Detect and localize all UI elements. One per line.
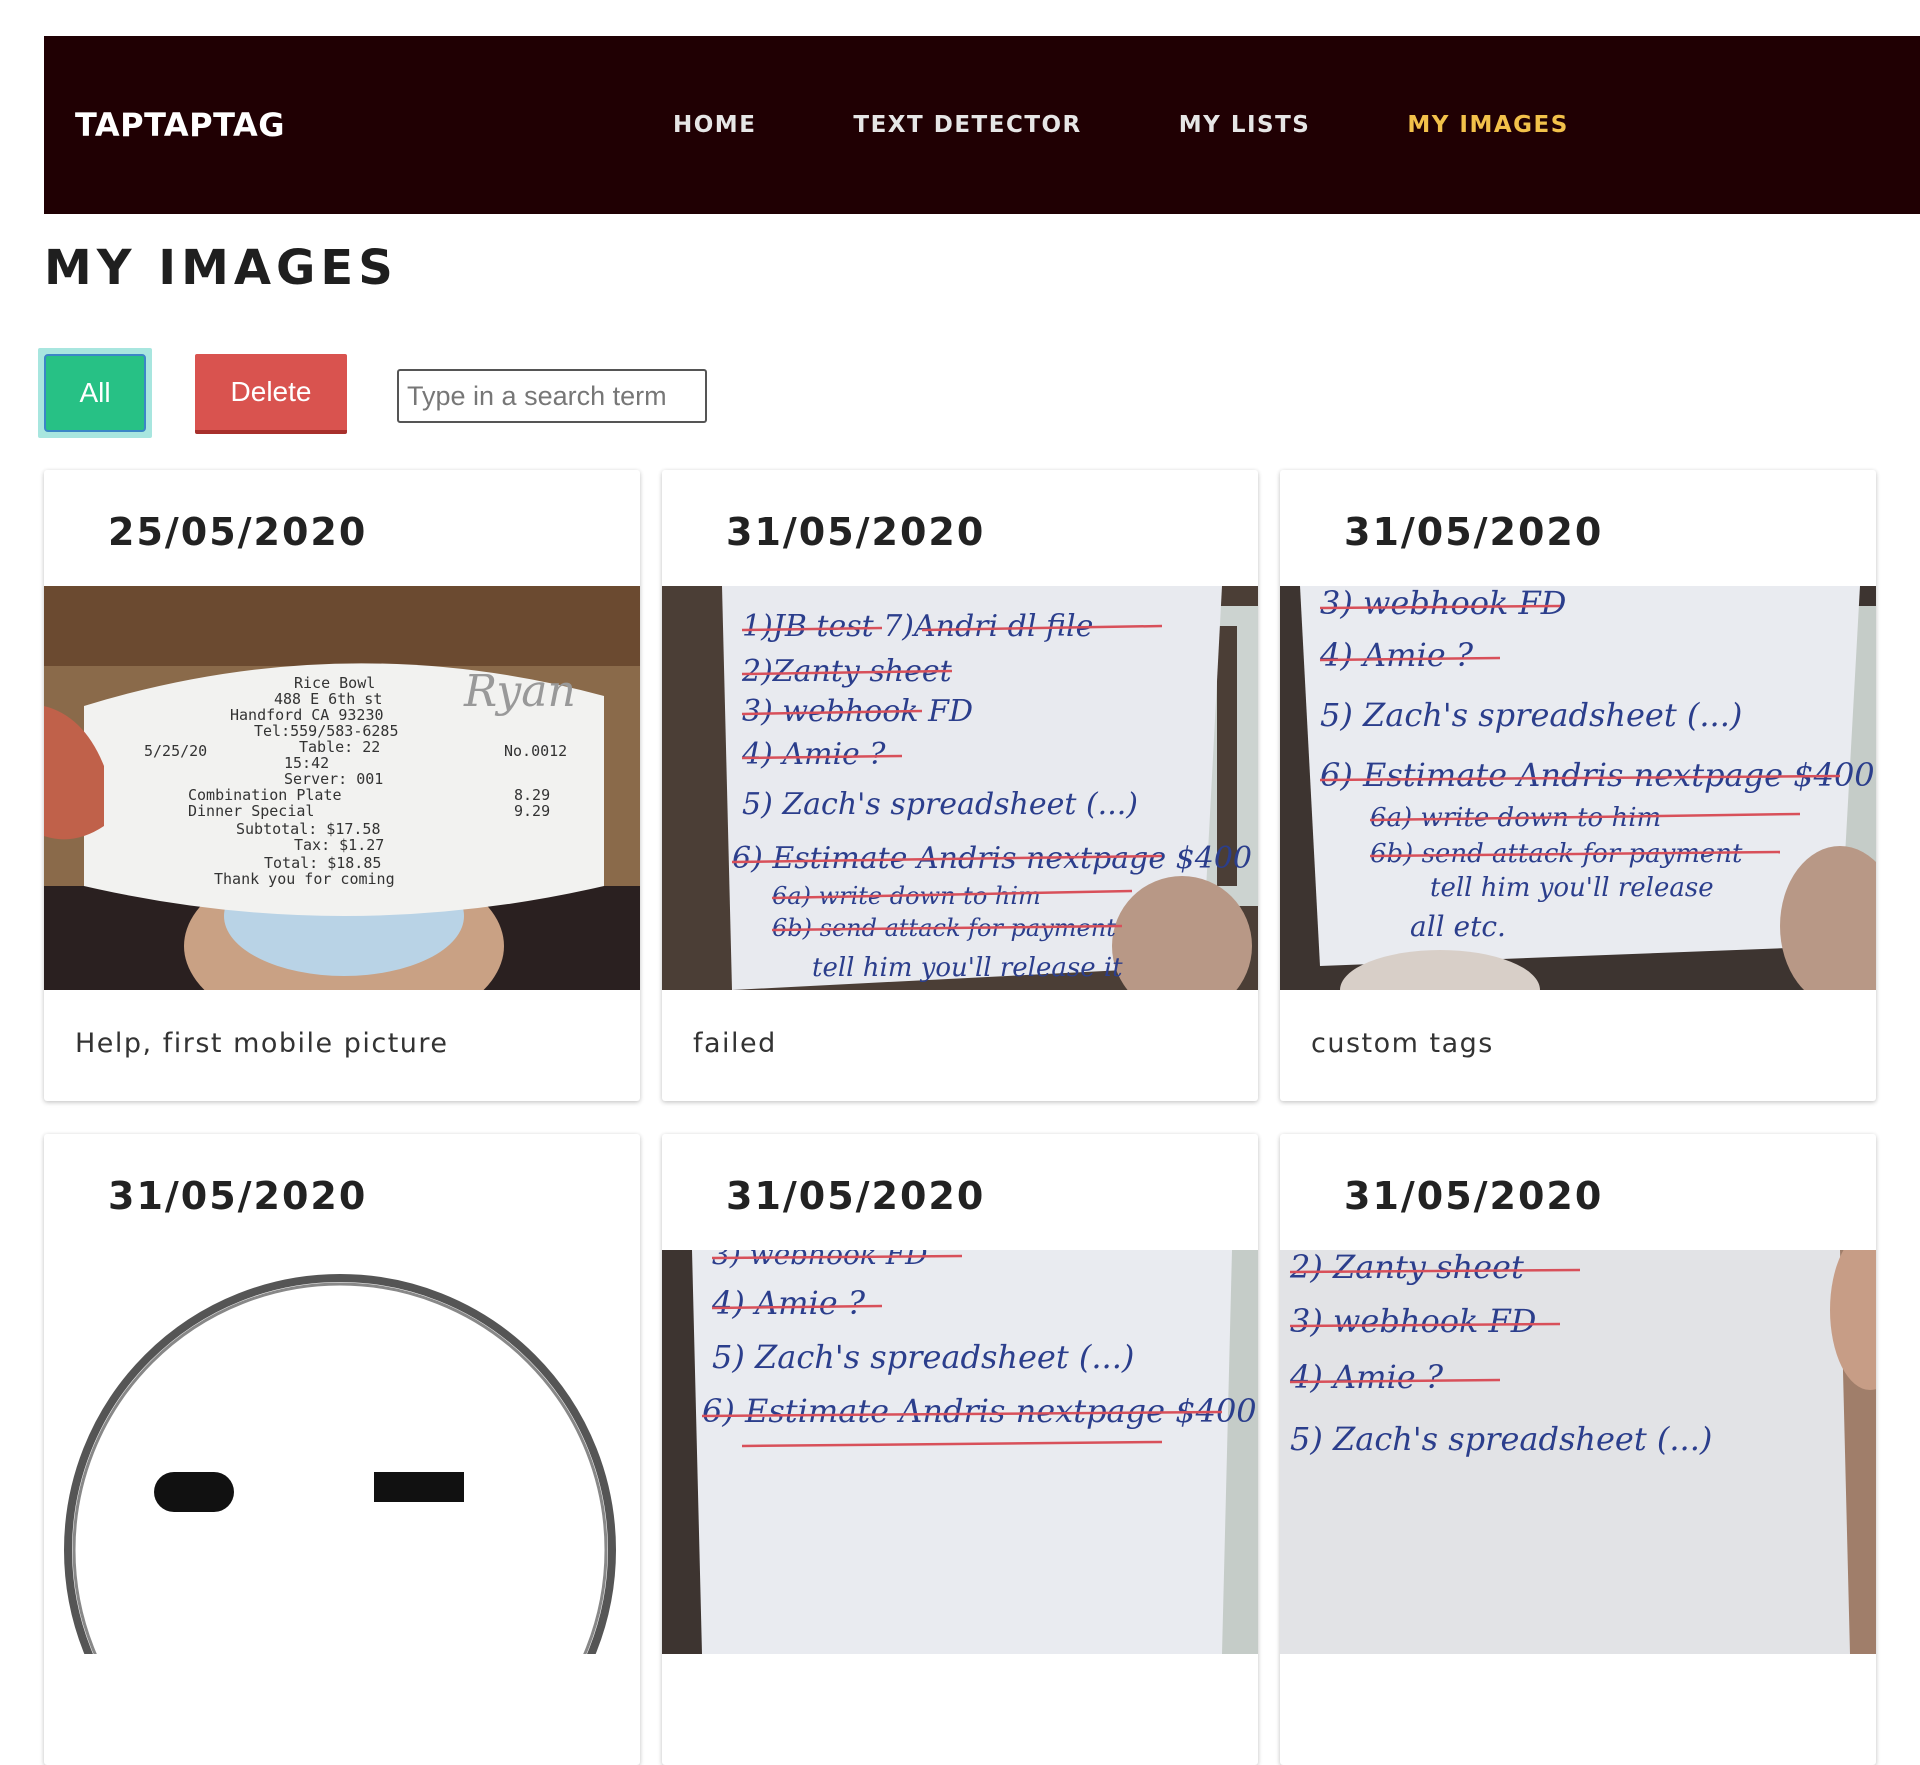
svg-text:3) webhook FD: 3) webhook FD [1290,1302,1536,1340]
card-caption: failed [693,1028,777,1059]
card-date: 25/05/2020 [108,510,368,554]
svg-text:3) webhook FD: 3) webhook FD [1320,586,1566,622]
card-date: 31/05/2020 [726,510,986,554]
svg-text:4) Amie ?: 4) Amie ? [1319,636,1474,674]
svg-text:9.29: 9.29 [514,802,550,820]
card-date: 31/05/2020 [726,1174,986,1218]
svg-text:Ryan: Ryan [463,666,576,717]
svg-text:tell him you'll release it: tell him you'll release it [812,953,1123,983]
image-card[interactable]: 31/05/2020 [44,1134,640,1765]
card-date: 31/05/2020 [1344,1174,1604,1218]
card-caption: custom tags [1311,1028,1494,1059]
svg-text:5) Zach's spreadsheet (...): 5) Zach's spreadsheet (...) [1290,1420,1712,1458]
svg-text:3) webhook FD: 3) webhook FD [712,1250,928,1271]
brand-logo[interactable]: TAPTAPTAG [75,36,285,214]
card-caption [1280,1654,1876,1765]
svg-text:4) Amie ?: 4) Amie ? [711,1284,866,1322]
svg-text:Dinner Special: Dinner Special [188,802,314,820]
nav-link-text-detector[interactable]: TEXT DETECTOR [853,112,1081,138]
all-button[interactable]: All [44,354,146,432]
svg-text:5) Zach's spreadsheet (...): 5) Zach's spreadsheet (...) [1320,696,1742,734]
card-caption [44,1654,640,1765]
all-button-focus-ring: All [38,348,152,438]
card-caption: Help, first mobile picture [75,1028,449,1059]
handwritten-list-photo[interactable]: 3) webhook FD 4) Amie ? 5) Zach's spread… [1280,586,1876,990]
nav-link-my-images[interactable]: MY IMAGES [1407,112,1568,138]
svg-text:Tax: $1.27: Tax: $1.27 [294,836,384,854]
svg-text:1)JB test 7)Andri dl file: 1)JB test 7)Andri dl file [742,609,1093,644]
svg-text:4) Amie ?: 4) Amie ? [1289,1358,1444,1396]
receipt-photo[interactable]: Rice Bowl 488 E 6th st Handford CA 93230… [44,586,640,990]
svg-text:all etc.: all etc. [1410,910,1506,943]
card-date: 31/05/2020 [1344,510,1604,554]
svg-text:6) Estimate Andris nextpage $4: 6) Estimate Andris nextpage $400 [1320,756,1875,794]
navbar: TAPTAPTAG HOME TEXT DETECTOR MY LISTS MY… [44,36,1920,214]
image-card[interactable]: 25/05/2020 Rice Bowl 488 E 6th st Handfo… [44,470,640,1101]
svg-text:Thank you for coming: Thank you for coming [214,870,395,888]
card-caption [662,1654,1258,1765]
delete-button[interactable]: Delete [195,354,347,434]
svg-text:5) Zach's spreadsheet (...): 5) Zach's spreadsheet (...) [742,787,1138,822]
image-card[interactable]: 31/05/2020 1)JB test 7)Andri dl file 2)Z… [662,470,1258,1101]
controls-bar: All Delete [38,348,798,438]
page-title: MY IMAGES [44,240,398,296]
svg-text:4) Amie ?: 4) Amie ? [741,737,886,772]
nav-link-home[interactable]: HOME [673,112,756,138]
svg-text:tell him you'll release: tell him you'll release [1430,873,1714,903]
circle-logo-image[interactable] [44,1250,640,1654]
image-card[interactable]: 31/05/2020 3) webhook FD 4) Amie ? 5) Za… [662,1134,1258,1765]
image-card[interactable]: 31/05/2020 3) webhook FD 4) Amie ? 5) Za… [1280,470,1876,1101]
nav-link-my-lists[interactable]: MY LISTS [1179,112,1311,138]
handwritten-list-photo[interactable]: 2) Zanty sheet 3) webhook FD 4) Amie ? 5… [1280,1250,1876,1654]
image-card[interactable]: 31/05/2020 2) Zanty sheet 3) webhook FD … [1280,1134,1876,1765]
svg-text:2) Zanty sheet: 2) Zanty sheet [1289,1250,1524,1286]
svg-text:6) Estimate Andris nextpage $4: 6) Estimate Andris nextpage $400 [702,1392,1257,1430]
svg-text:5) Zach's spreadsheet (...): 5) Zach's spreadsheet (...) [712,1338,1134,1376]
svg-text:No.0012: No.0012 [504,742,567,760]
handwritten-list-photo[interactable]: 1)JB test 7)Andri dl file 2)Zanty sheet … [662,586,1258,990]
svg-text:5/25/20: 5/25/20 [144,742,207,760]
card-date: 31/05/2020 [108,1174,368,1218]
nav-links: HOME TEXT DETECTOR MY LISTS MY IMAGES [673,36,1666,214]
search-input[interactable] [397,369,707,423]
handwritten-list-photo[interactable]: 3) webhook FD 4) Amie ? 5) Zach's spread… [662,1250,1258,1654]
